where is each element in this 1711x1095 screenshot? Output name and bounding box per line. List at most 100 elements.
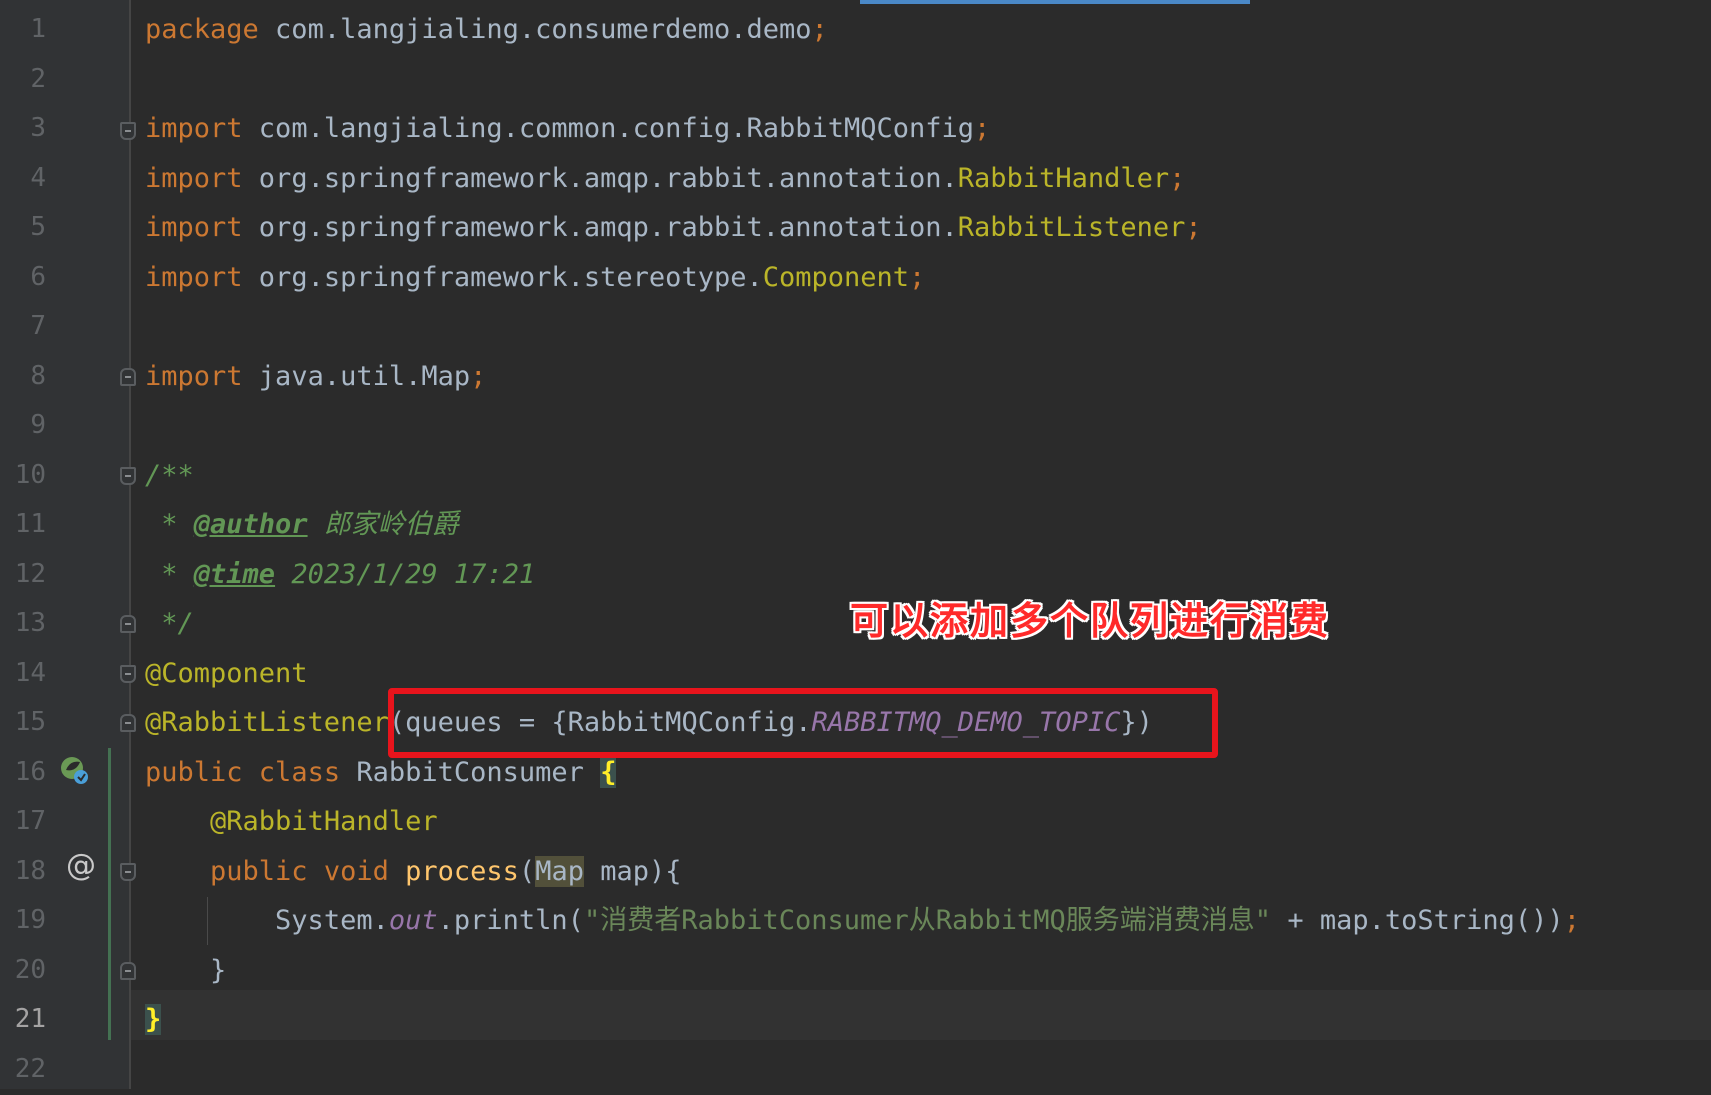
line-number[interactable]: 5: [0, 203, 46, 253]
type-name: Map: [535, 856, 584, 887]
closing-brace: }: [210, 955, 227, 986]
semicolon: ;: [909, 262, 926, 293]
line-number[interactable]: 20: [0, 946, 46, 996]
params: map){: [583, 856, 682, 887]
import-path: java.util.Map: [242, 361, 471, 392]
import-path: org.springframework.stereotype.: [242, 262, 763, 293]
line-number[interactable]: 8: [0, 352, 46, 402]
doc-tag: @author: [193, 509, 308, 540]
string-literal: "消费者RabbitConsumer从RabbitMQ服务端消费消息": [583, 905, 1272, 936]
code-line-import[interactable]: import org.springframework.amqp.rabbit.a…: [145, 203, 1202, 253]
implements-at-icon[interactable]: @: [66, 848, 96, 883]
annotation: @RabbitListener: [145, 707, 389, 738]
class-name: RabbitConsumer: [340, 757, 601, 788]
tab-indicator: [860, 0, 1250, 4]
line-number[interactable]: 12: [0, 550, 46, 600]
keyword: import: [145, 262, 243, 293]
annotation-callout: 可以添加多个队列进行消费: [850, 598, 1331, 643]
line-number[interactable]: 10: [0, 451, 46, 501]
doc-comment: 2023/1/29 17:21: [275, 559, 536, 590]
keyword: import: [145, 361, 243, 392]
keyword: import: [145, 113, 243, 144]
code-line-import[interactable]: import com.langjialing.common.config.Rab…: [145, 104, 990, 154]
semicolon: ;: [1185, 212, 1202, 243]
line-number[interactable]: 1: [0, 5, 46, 55]
code-text: + map.toString()): [1271, 905, 1564, 936]
code-line-annotation[interactable]: @Component: [145, 649, 308, 699]
code-line-close[interactable]: }: [145, 946, 226, 996]
code-line-import[interactable]: import org.springframework.stereotype.Co…: [145, 253, 925, 303]
method-name: process: [405, 856, 519, 887]
line-number[interactable]: 3: [0, 104, 46, 154]
code-editor[interactable]: 1 2 3 4 5 6 7 8 9 10 11 12 13 14 15 16 1…: [0, 0, 1711, 1089]
fold-icon[interactable]: [120, 368, 136, 386]
line-number[interactable]: 14: [0, 649, 46, 699]
fold-icon[interactable]: [120, 665, 136, 683]
line-number[interactable]: 22: [0, 1045, 46, 1095]
current-line-highlight: [131, 990, 1711, 1040]
code-line-comment[interactable]: * @time 2023/1/29 17:21: [145, 550, 535, 600]
line-number[interactable]: 9: [0, 401, 46, 451]
annotation: @Component: [145, 658, 308, 689]
code-line-annotation[interactable]: @RabbitHandler: [145, 797, 438, 847]
vcs-change-marker[interactable]: [108, 748, 111, 1040]
doc-comment: /**: [145, 460, 194, 491]
line-number[interactable]: 16: [0, 748, 46, 798]
fold-icon[interactable]: [120, 863, 136, 881]
keyword: import: [145, 212, 243, 243]
doc-tag: @time: [193, 559, 276, 590]
keyword: public: [145, 757, 243, 788]
doc-comment: *: [145, 509, 194, 540]
gutter-divider: [129, 0, 131, 1089]
line-number[interactable]: 15: [0, 698, 46, 748]
semicolon: ;: [1169, 163, 1186, 194]
fold-icon[interactable]: [120, 467, 136, 485]
highlight-box: [388, 688, 1218, 758]
code-line-comment[interactable]: */: [145, 599, 194, 649]
code-line-statement[interactable]: System.out.println("消费者RabbitConsumer从Ra…: [145, 896, 1580, 946]
line-number[interactable]: 19: [0, 896, 46, 946]
semicolon: ;: [811, 14, 828, 45]
code-line-package[interactable]: package com.langjialing.consumerdemo.dem…: [145, 5, 828, 55]
line-number[interactable]: 17: [0, 797, 46, 847]
doc-comment: */: [145, 608, 194, 639]
matched-brace: {: [600, 757, 617, 788]
code-line-import[interactable]: import java.util.Map;: [145, 352, 486, 402]
annotation: @RabbitHandler: [210, 806, 438, 837]
line-number[interactable]: 13: [0, 599, 46, 649]
line-number-current[interactable]: 21: [0, 995, 46, 1045]
code-line-import[interactable]: import org.springframework.amqp.rabbit.a…: [145, 154, 1185, 204]
keyword: public: [210, 856, 308, 887]
line-number[interactable]: 11: [0, 500, 46, 550]
line-number[interactable]: 7: [0, 302, 46, 352]
line-number[interactable]: 2: [0, 55, 46, 105]
semicolon: ;: [974, 113, 991, 144]
import-path: com.langjialing.common.config.RabbitMQCo…: [242, 113, 975, 144]
fold-icon[interactable]: [120, 962, 136, 980]
keyword: import: [145, 163, 243, 194]
line-number[interactable]: 6: [0, 253, 46, 303]
spring-bean-icon[interactable]: [58, 754, 90, 786]
keyword: package: [145, 14, 259, 45]
code-line-comment[interactable]: * @author 郎家岭伯爵: [145, 500, 459, 550]
line-number[interactable]: 18: [0, 847, 46, 897]
code-line-close[interactable]: }: [145, 995, 162, 1045]
fold-icon[interactable]: [120, 714, 136, 732]
doc-comment: 郎家岭伯爵: [307, 509, 459, 540]
code-line-comment[interactable]: /**: [145, 451, 194, 501]
keyword: class: [242, 757, 341, 788]
import-path: org.springframework.amqp.rabbit.annotati…: [242, 163, 958, 194]
code-text: .println(: [437, 905, 584, 936]
class-name: Component: [762, 262, 910, 293]
code-line-method-decl[interactable]: public void process(Map map){: [145, 847, 682, 897]
static-field: out: [388, 905, 438, 936]
paren: (: [518, 856, 536, 887]
line-number[interactable]: 4: [0, 154, 46, 204]
code-text: System.: [275, 905, 389, 936]
fold-icon[interactable]: [120, 122, 136, 140]
fold-icon[interactable]: [120, 615, 136, 633]
import-path: org.springframework.amqp.rabbit.annotati…: [242, 212, 958, 243]
